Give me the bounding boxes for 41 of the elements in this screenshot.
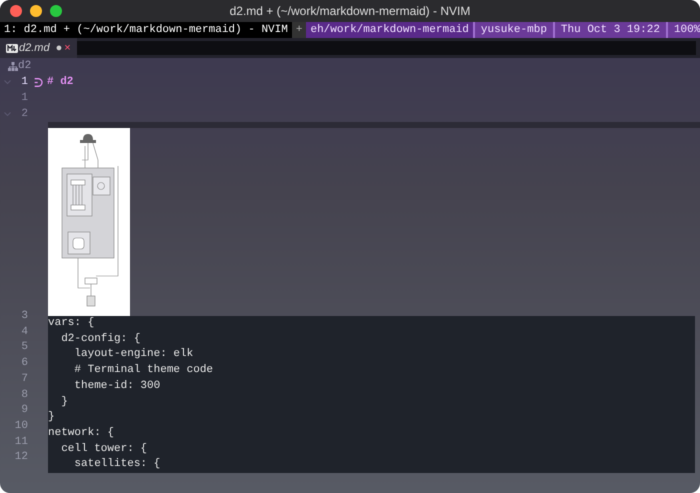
- markdown-icon: [6, 44, 18, 52]
- line-number: 4: [20, 324, 28, 340]
- line-number: 2: [20, 107, 28, 122]
- line-number: 5: [20, 340, 28, 356]
- code-line: network: {: [48, 426, 114, 439]
- code-line: # Terminal theme code: [73, 364, 214, 376]
- close-button[interactable]: [10, 5, 22, 17]
- status-segment: eh/work/markdown-mermaid: [306, 22, 473, 38]
- line-number: 1: [20, 91, 28, 106]
- code-line: theme-id: 300: [73, 380, 160, 392]
- line-number: 9: [20, 403, 28, 418]
- zoom-button[interactable]: [50, 5, 62, 17]
- code-line: satellites: {: [73, 458, 160, 470]
- close-icon[interactable]: ×: [64, 38, 71, 58]
- window-title: d2.md + (~/work/markdown-mermaid) - NVIM: [230, 3, 470, 20]
- code-line: }: [48, 411, 55, 424]
- tmux-window-label[interactable]: 1: d2.md + (~/work/markdown-mermaid) - NVIM: [0, 22, 292, 38]
- line-number: 7: [20, 372, 28, 387]
- breadcrumb[interactable]: d2: [18, 58, 32, 74]
- buffer-tab[interactable]: d2.md: [19, 38, 50, 58]
- minimize-button[interactable]: [30, 5, 42, 17]
- status-segment: 100%: [666, 22, 700, 38]
- heading-text: # d2: [47, 75, 74, 90]
- line-number: 12: [14, 450, 28, 466]
- line-number: 10: [14, 418, 28, 434]
- line-number: 3: [20, 309, 28, 324]
- hierarchy-icon: [8, 62, 18, 70]
- modified-dot: ●: [56, 41, 62, 56]
- code-line: }: [60, 396, 68, 408]
- code-line: cell tower: {: [60, 442, 148, 455]
- code-line: d2-config: {: [60, 332, 140, 345]
- line-number: 6: [20, 356, 28, 372]
- code-line: layout-engine: elk: [73, 348, 194, 360]
- status-segment: Thu Oct 3 19:22: [552, 22, 666, 38]
- code-line: vars: {: [48, 317, 94, 329]
- line-number: 8: [20, 388, 28, 403]
- line-number: 1: [20, 75, 28, 90]
- status-segment: yusuke-mbp: [472, 22, 553, 38]
- heading-icon: [34, 78, 44, 86]
- line-number: 11: [14, 434, 28, 450]
- status-segment: +: [292, 22, 306, 38]
